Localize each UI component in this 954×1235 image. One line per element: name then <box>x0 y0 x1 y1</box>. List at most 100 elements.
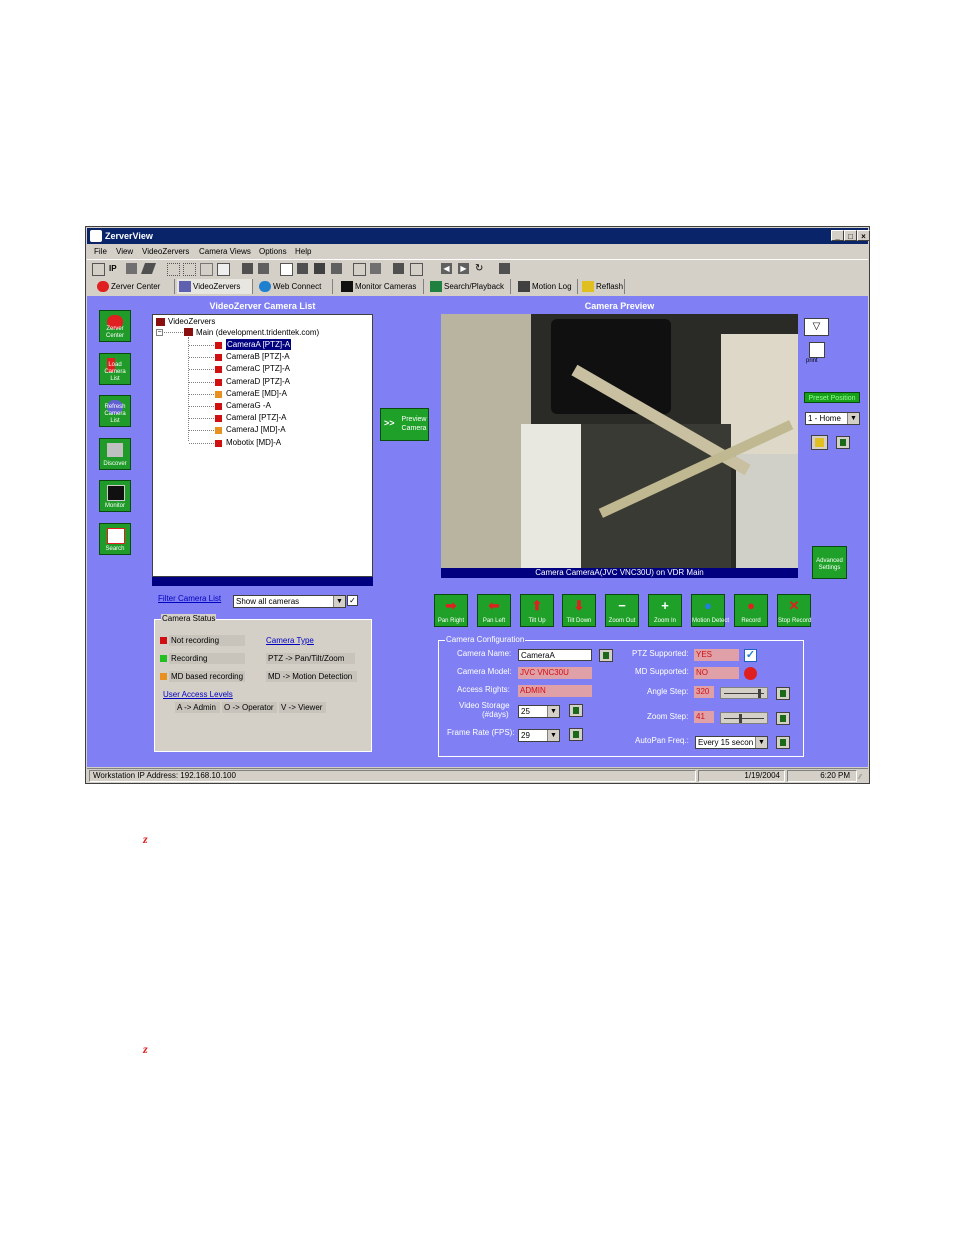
zoom-step-slider[interactable] <box>720 712 768 724</box>
camera-list-item[interactable]: CameraA [PTZ]-A <box>226 339 292 350</box>
pin-icon[interactable] <box>393 263 404 274</box>
camera-type-md: MD -> Motion Detection <box>266 671 357 682</box>
tab-motion-log[interactable]: Motion Log <box>516 279 578 294</box>
cursor-icon[interactable] <box>183 263 196 276</box>
pan-right-button[interactable]: ➡ Pan Right <box>434 594 468 627</box>
collapse-icon[interactable]: − <box>156 329 163 336</box>
tilt-down-button[interactable]: ⬇ Tilt Down <box>562 594 596 627</box>
camera-name-label: Camera Name: <box>457 649 512 658</box>
tab-reflash[interactable]: Reflash <box>580 279 625 294</box>
ip-icon[interactable]: IP <box>109 263 120 274</box>
refresh-camera-list-button[interactable]: Refresh Camera List <box>99 395 131 427</box>
camera-icon <box>107 443 123 457</box>
slider-thumb[interactable] <box>739 714 743 723</box>
menu-camera-views[interactable]: Camera Views <box>199 245 251 259</box>
new-icon[interactable] <box>280 263 293 276</box>
camera-list-item[interactable]: CameraC [PTZ]-A <box>226 363 290 374</box>
tab-web-connect[interactable]: Web Connect <box>257 279 333 294</box>
legend-swatch <box>160 655 167 662</box>
filter-checkbox[interactable]: ✓ <box>347 595 358 606</box>
mail-icon[interactable]: ▽ <box>804 318 829 336</box>
save-camera-name-button[interactable] <box>599 649 613 662</box>
tab-zerver-center[interactable]: Zerver Center <box>95 279 175 294</box>
camera-list-item[interactable]: CameraD [PTZ]-A <box>226 376 290 387</box>
filter-select[interactable]: Show all cameras ▼ <box>233 595 346 608</box>
title-bar[interactable]: ZerverView _ □ × <box>87 228 870 244</box>
camera-list-item[interactable]: CameraE [MD]-A <box>226 388 287 399</box>
camera-list-item[interactable]: Mobotix [MD]-A <box>226 437 281 448</box>
button-label: Pan Left <box>482 618 506 624</box>
save-icon[interactable] <box>314 263 325 274</box>
resize-grip-icon[interactable]: ⁄⁄ <box>859 771 867 781</box>
text-icon[interactable] <box>167 263 180 276</box>
save-frame-rate-button[interactable] <box>569 728 583 741</box>
zerver-center-button[interactable]: Zerver Center <box>99 310 131 342</box>
camera-icon[interactable] <box>410 263 423 276</box>
menu-view[interactable]: View <box>116 245 133 259</box>
frame-rate-select[interactable]: 29 ▼ <box>518 729 560 742</box>
edit-icon[interactable] <box>353 263 366 276</box>
motion-detect-button[interactable]: ● Motion Detect <box>691 594 729 627</box>
minimize-button[interactable]: _ <box>831 230 844 241</box>
tab-videozervers[interactable]: VideoZervers <box>177 279 253 294</box>
load-camera-list-button[interactable]: Load Camera List <box>99 353 131 385</box>
tab-search-playback[interactable]: Search/Playback <box>428 279 511 294</box>
camera-list-item[interactable]: CameraJ [MD]-A <box>226 424 286 435</box>
autopan-select[interactable]: Every 15 secon ▼ <box>695 736 768 749</box>
tools-icon[interactable] <box>126 263 137 274</box>
properties-icon[interactable] <box>92 263 105 276</box>
save-preset-button[interactable] <box>836 436 850 449</box>
maximize-button[interactable]: □ <box>844 230 857 241</box>
refresh-icon[interactable]: ↻ <box>475 263 486 274</box>
save-zoom-step-button[interactable] <box>776 712 790 725</box>
menu-help[interactable]: Help <box>295 245 311 259</box>
list-icon[interactable] <box>200 263 213 276</box>
stop-icon[interactable] <box>258 263 269 274</box>
exit-icon[interactable] <box>499 263 510 274</box>
camera-list-item[interactable]: CameraB [PTZ]-A <box>226 351 290 362</box>
goto-preset-button[interactable] <box>811 435 828 450</box>
discover-button[interactable]: Discover <box>99 438 131 470</box>
ptz-supported-value: YES <box>694 649 739 661</box>
preview-camera-button[interactable]: >> Preview Camera <box>380 408 429 441</box>
pan-left-button[interactable]: ⬅ Pan Left <box>477 594 511 627</box>
advanced-settings-button[interactable]: Advanced Settings <box>812 546 847 579</box>
filter-label[interactable]: Filter Camera List <box>158 594 221 603</box>
save-angle-step-button[interactable] <box>776 687 790 700</box>
tab-monitor-cameras[interactable]: Monitor Cameras <box>339 279 424 294</box>
slider-thumb[interactable] <box>758 689 762 698</box>
record-button[interactable]: ● Record <box>734 594 768 627</box>
pen-icon[interactable] <box>140 263 157 274</box>
grid-icon[interactable] <box>217 263 230 276</box>
back-icon[interactable]: ◀ <box>441 263 452 274</box>
monitor-icon <box>107 485 125 501</box>
tree-server[interactable]: Main (development.tridenttek.com) <box>196 327 319 338</box>
zoom-in-button[interactable]: + Zoom In <box>648 594 682 627</box>
camera-name-input[interactable]: CameraA <box>518 649 592 661</box>
search-button[interactable]: Search <box>99 523 131 555</box>
hand-icon[interactable] <box>242 263 253 274</box>
open-icon[interactable] <box>297 263 308 274</box>
window-title: ZerverView <box>105 231 153 241</box>
angle-step-slider[interactable] <box>720 687 768 699</box>
camera-list-item[interactable]: CameraI [PTZ]-A <box>226 412 286 423</box>
tree-root[interactable]: VideoZervers <box>168 316 215 327</box>
folder-icon[interactable] <box>370 263 381 274</box>
forward-icon[interactable]: ▶ <box>458 263 469 274</box>
save-video-storage-button[interactable] <box>569 704 583 717</box>
menu-options[interactable]: Options <box>259 245 287 259</box>
monitor-button[interactable]: Monitor <box>99 480 131 512</box>
stop-record-button[interactable]: ✕ Stop Record <box>777 594 811 627</box>
zoom-out-button[interactable]: − Zoom Out <box>605 594 639 627</box>
video-storage-select[interactable]: 25 ▼ <box>518 705 560 718</box>
menu-file[interactable]: File <box>94 245 107 259</box>
save-autopan-button[interactable] <box>776 736 790 749</box>
preset-select[interactable]: 1 - Home ▼ <box>805 412 860 425</box>
print-icon[interactable] <box>809 342 825 358</box>
close-button[interactable]: × <box>857 230 870 241</box>
print-icon[interactable] <box>331 263 342 274</box>
tilt-up-button[interactable]: ⬆ Tilt Up <box>520 594 554 627</box>
menu-videozervers[interactable]: VideoZervers <box>142 245 189 259</box>
camera-type-ptz: PTZ -> Pan/Tilt/Zoom <box>266 653 355 664</box>
camera-list-item[interactable]: CameraG -A <box>226 400 271 411</box>
